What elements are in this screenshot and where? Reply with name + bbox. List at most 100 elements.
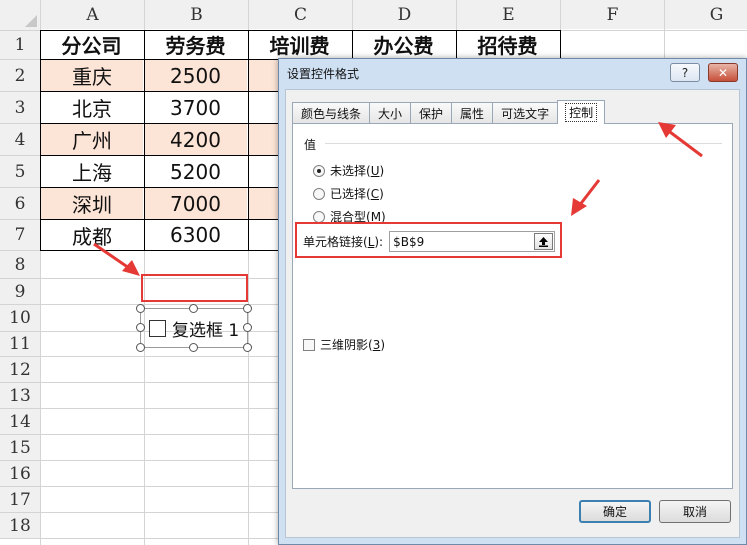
resize-handle-icon[interactable] xyxy=(136,323,145,332)
radio-label: 已选择(C) xyxy=(330,185,384,202)
column-header-e[interactable]: E xyxy=(457,0,560,29)
cell-b6[interactable]: 7000 xyxy=(144,188,247,219)
radio-unchecked[interactable]: 未选择(U) xyxy=(313,162,384,179)
cell-b4[interactable]: 4200 xyxy=(144,124,247,155)
tab-label: 颜色与线条 xyxy=(301,107,362,121)
cancel-button[interactable]: 取消 xyxy=(659,500,731,523)
control-tab-panel: 值 未选择(U) 已选择(C) 混合型(M) 单元格链接(L): $B$9 三维… xyxy=(292,123,733,489)
3d-shading-label-end: ) xyxy=(380,338,386,352)
3d-shading-label: 三维阴影(3) xyxy=(320,336,385,353)
column-header-b[interactable]: B xyxy=(145,0,248,29)
radio-button-icon[interactable] xyxy=(313,210,325,223)
table-border xyxy=(40,30,41,251)
column-header-f[interactable]: F xyxy=(561,0,664,29)
tab-strip: 颜色与线条 大小 保护 属性 可选文字 控制 xyxy=(292,100,606,124)
tab-protection[interactable]: 保护 xyxy=(410,102,453,124)
checkbox-label: 复选框 1 xyxy=(172,320,240,341)
3d-shading-label-text: 三维阴影( xyxy=(320,338,373,352)
row-header-15[interactable]: 15 xyxy=(0,435,40,460)
highlight-box-cell-link xyxy=(295,222,562,258)
resize-handle-icon[interactable] xyxy=(243,323,252,332)
row-header-4[interactable]: 4 xyxy=(0,124,40,155)
tab-colors-lines[interactable]: 颜色与线条 xyxy=(292,102,371,124)
tab-label: 保护 xyxy=(419,107,444,121)
header-cell-office[interactable]: 办公费 xyxy=(352,30,455,59)
column-header-d[interactable]: D xyxy=(353,0,456,29)
radio-label: 未选择(U) xyxy=(330,162,384,179)
header-cell-branch[interactable]: 分公司 xyxy=(40,30,143,59)
dialog-title-bar[interactable]: 设置控件格式 ? ✕ xyxy=(279,59,746,87)
table-border xyxy=(248,30,249,251)
header-cell-training[interactable]: 培训费 xyxy=(248,30,351,59)
ok-button[interactable]: 确定 xyxy=(579,500,651,523)
cell-a6[interactable]: 深圳 xyxy=(41,188,143,219)
column-header-c[interactable]: C xyxy=(249,0,352,29)
cell-c2-partial xyxy=(248,60,278,91)
cell-a2[interactable]: 重庆 xyxy=(41,60,143,91)
row-header-7[interactable]: 7 xyxy=(0,220,40,250)
dialog-title: 设置控件格式 xyxy=(287,67,360,81)
arrow-icon xyxy=(93,242,140,276)
cell-a5[interactable]: 上海 xyxy=(41,156,143,187)
tab-size[interactable]: 大小 xyxy=(369,102,412,124)
row-header-1[interactable]: 1 xyxy=(0,31,40,59)
close-button[interactable]: ✕ xyxy=(708,63,738,82)
row-header-10[interactable]: 10 xyxy=(0,305,40,331)
tab-label: 大小 xyxy=(378,107,403,121)
resize-handle-icon[interactable] xyxy=(136,304,145,313)
tab-alt-text[interactable]: 可选文字 xyxy=(492,102,559,124)
cell-b5[interactable]: 5200 xyxy=(144,156,247,187)
radio-label-text: 已选择( xyxy=(330,187,371,201)
resize-handle-icon[interactable] xyxy=(189,304,198,313)
row-header-9[interactable]: 9 xyxy=(0,279,40,304)
cell-b3[interactable]: 3700 xyxy=(144,92,247,123)
column-header-g[interactable]: G xyxy=(665,0,747,29)
row-header-6[interactable]: 6 xyxy=(0,188,40,219)
arrow-icon xyxy=(658,122,703,158)
arrow-icon xyxy=(571,179,601,216)
value-group-label: 值 xyxy=(304,138,317,152)
radio-label-text: 未选择( xyxy=(330,164,371,178)
row-header-14[interactable]: 14 xyxy=(0,409,40,434)
radio-button-icon[interactable] xyxy=(313,187,325,200)
tab-label: 控制 xyxy=(565,103,598,122)
cell-a3[interactable]: 北京 xyxy=(41,92,143,123)
resize-handle-icon[interactable] xyxy=(136,343,145,352)
checkbox-control[interactable]: 复选框 1 xyxy=(140,308,248,348)
radio-button-icon[interactable] xyxy=(313,164,325,177)
row-header-16[interactable]: 16 xyxy=(0,461,40,486)
row-header-17[interactable]: 17 xyxy=(0,487,40,512)
tab-label: 可选文字 xyxy=(501,107,550,121)
tab-properties[interactable]: 属性 xyxy=(451,102,494,124)
3d-shading-option[interactable]: 三维阴影(3) xyxy=(303,336,385,353)
select-all-corner[interactable] xyxy=(0,0,40,30)
3d-shading-checkbox[interactable] xyxy=(303,338,315,351)
row-header-5[interactable]: 5 xyxy=(0,156,40,187)
checkbox-square[interactable] xyxy=(149,319,166,337)
table-border xyxy=(40,30,560,31)
resize-handle-icon[interactable] xyxy=(189,343,198,352)
row-header-3[interactable]: 3 xyxy=(0,92,40,123)
row-header-11[interactable]: 11 xyxy=(0,332,40,356)
row-header-8[interactable]: 8 xyxy=(0,251,40,278)
radio-checked[interactable]: 已选择(C) xyxy=(313,185,384,202)
cell-b2[interactable]: 2500 xyxy=(144,60,247,91)
row-header-13[interactable]: 13 xyxy=(0,383,40,408)
header-cell-entertain[interactable]: 招待费 xyxy=(456,30,559,59)
cell-b7[interactable]: 6300 xyxy=(144,220,247,250)
tab-control[interactable]: 控制 xyxy=(557,100,606,124)
row-header-18[interactable]: 18 xyxy=(0,513,40,538)
row-header-2[interactable]: 2 xyxy=(0,60,40,91)
resize-handle-icon[interactable] xyxy=(243,304,252,313)
column-header-a[interactable]: A xyxy=(41,0,144,29)
cell-c6-partial xyxy=(248,188,278,219)
radio-label-key: C xyxy=(370,187,380,201)
row-header-12[interactable]: 12 xyxy=(0,357,40,382)
highlight-box-b9 xyxy=(141,274,248,302)
resize-handle-icon[interactable] xyxy=(243,343,252,352)
cell-a4[interactable]: 广州 xyxy=(41,124,143,155)
cell-c4-partial xyxy=(248,124,278,155)
radio-label-end: ) xyxy=(379,164,385,178)
header-cell-labor[interactable]: 劳务费 xyxy=(144,30,247,59)
help-button[interactable]: ? xyxy=(670,63,700,82)
